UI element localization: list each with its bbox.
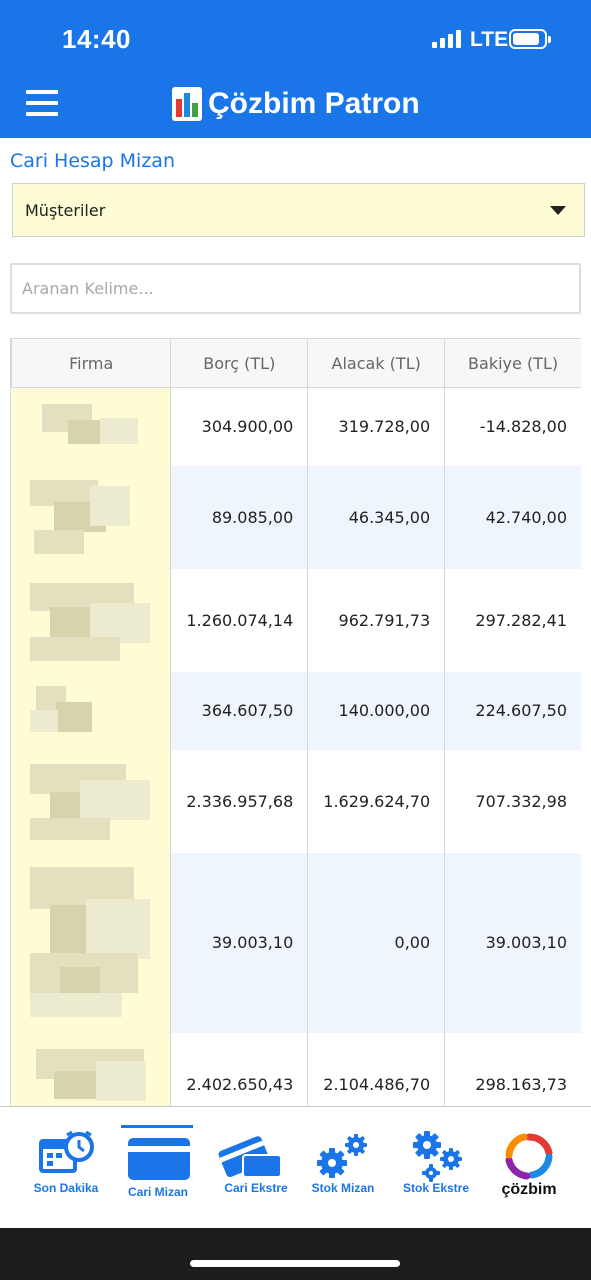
borc-cell: 304.900,00 (170, 387, 309, 466)
alacak-cell: 46.345,00 (307, 465, 446, 569)
alacak-cell: 1.629.624,70 (307, 749, 446, 853)
chart-logo-icon (172, 87, 202, 121)
balance-table: Firma Borç (TL) Alacak (TL) Bakiye (TL) … (10, 338, 581, 1108)
alacak-cell: 2.104.486,70 (307, 1032, 446, 1108)
app-header: 14:40 LTE Çözbim Patron (0, 0, 591, 138)
table-row[interactable]: 364.607,50 140.000,00 224.607,50 (11, 671, 581, 750)
status-time: 14:40 (62, 24, 131, 54)
borc-cell: 89.085,00 (170, 465, 309, 569)
bakiye-cell: 224.607,50 (444, 671, 581, 750)
status-bar: 14:40 LTE (0, 0, 591, 80)
col-header-bakiye[interactable]: Bakiye (TL) (444, 338, 581, 388)
signal-icon (432, 30, 462, 48)
table-row[interactable]: 304.900,00 319.728,00 -14.828,00 (11, 387, 581, 466)
card-icon (128, 1138, 190, 1180)
bakiye-cell: 707.332,98 (444, 749, 581, 853)
search-input[interactable] (10, 263, 581, 314)
alacak-cell: 140.000,00 (307, 671, 446, 750)
firma-cell-redacted (11, 1032, 172, 1108)
firma-cell-redacted (11, 749, 172, 853)
firma-cell-redacted (11, 465, 172, 569)
tab-cari-ekstre[interactable]: Cari Ekstre (211, 1107, 301, 1229)
tab-label: Cari Mizan (127, 1185, 188, 1199)
borc-cell: 364.607,50 (170, 671, 309, 750)
tab-label: Cari Ekstre (224, 1181, 288, 1195)
bakiye-cell: -14.828,00 (444, 387, 581, 466)
battery-icon (509, 29, 551, 49)
borc-cell: 2.402.650,43 (170, 1032, 309, 1108)
borc-cell: 39.003,10 (170, 852, 309, 1033)
hamburger-menu-icon[interactable] (26, 90, 58, 116)
tab-stok-mizan[interactable]: Stok Mizan (298, 1107, 388, 1229)
bakiye-cell: 39.003,10 (444, 852, 581, 1033)
app-title-group: Çözbim Patron (172, 84, 420, 124)
table-row[interactable]: 2.336.957,68 1.629.624,70 707.332,98 (11, 749, 581, 853)
table-row[interactable]: 1.260.074,14 962.791,73 297.282,41 (11, 568, 581, 672)
table-row[interactable]: 2.402.650,43 2.104.486,70 298.163,73 (11, 1032, 581, 1108)
col-header-alacak[interactable]: Alacak (TL) (307, 338, 446, 388)
tab-son-dakika[interactable]: Son Dakika (21, 1107, 111, 1229)
cozbim-logo (505, 1133, 553, 1180)
firma-cell-redacted (11, 671, 172, 750)
tab-stok-ekstre[interactable]: Stok Ekstre (391, 1107, 481, 1229)
tab-cozbim[interactable]: çözbim (484, 1107, 574, 1229)
home-indicator-area (0, 1228, 591, 1280)
tab-label-brand: çözbim (501, 1181, 557, 1198)
firma-cell-redacted (11, 568, 172, 672)
firma-cell-redacted (11, 387, 172, 466)
borc-cell: 2.336.957,68 (170, 749, 309, 853)
bakiye-cell: 298.163,73 (444, 1032, 581, 1108)
tab-label: Son Dakika (33, 1181, 99, 1195)
bottom-tab-bar: Son Dakika Cari Mizan Cari Ekstre Stok M… (0, 1106, 591, 1228)
table-header-row: Firma Borç (TL) Alacak (TL) Bakiye (TL) (11, 338, 581, 388)
table-row[interactable]: 39.003,10 0,00 39.003,10 (11, 852, 581, 1033)
cards-icon (218, 1136, 282, 1178)
borc-cell: 1.260.074,14 (170, 568, 309, 672)
alacak-cell: 962.791,73 (307, 568, 446, 672)
tab-label: Stok Ekstre (402, 1181, 470, 1195)
select-value: Müşteriler (25, 201, 106, 220)
page-title: Cari Hesap Mizan (10, 150, 175, 172)
home-indicator[interactable] (190, 1260, 400, 1267)
col-header-firma[interactable]: Firma (11, 338, 172, 388)
table-row[interactable]: 89.085,00 46.345,00 42.740,00 (11, 465, 581, 569)
bakiye-cell: 297.282,41 (444, 568, 581, 672)
firma-cell-redacted (11, 852, 172, 1033)
gears-icon (317, 1134, 367, 1178)
calendar-clock-icon (39, 1131, 94, 1173)
active-tab-indicator (121, 1125, 193, 1128)
gears-stack-icon (413, 1131, 462, 1182)
app-title: Çözbim Patron (208, 87, 420, 120)
col-header-borc[interactable]: Borç (TL) (170, 338, 309, 388)
network-type: LTE (470, 28, 509, 51)
account-type-select[interactable]: Müşteriler (12, 183, 585, 237)
alacak-cell: 0,00 (307, 852, 446, 1033)
tab-label: Stok Mizan (311, 1181, 375, 1195)
bakiye-cell: 42.740,00 (444, 465, 581, 569)
alacak-cell: 319.728,00 (307, 387, 446, 466)
dropdown-arrow-icon (550, 206, 566, 215)
tab-cari-mizan[interactable]: Cari Mizan (121, 1107, 211, 1229)
